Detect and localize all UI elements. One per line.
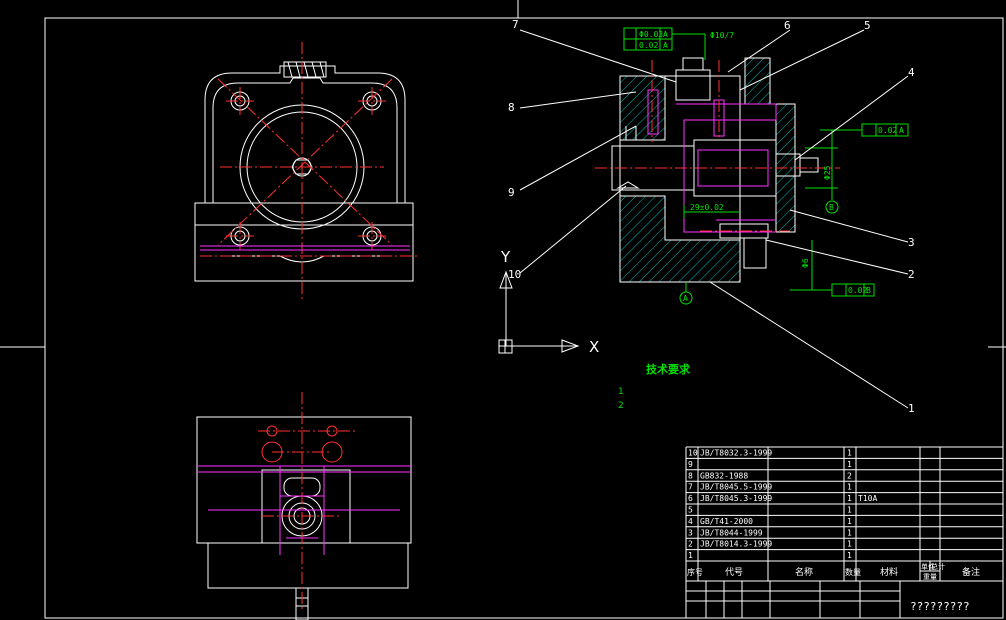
bom-row-code: JB/T8045.3-1999 bbox=[700, 494, 772, 503]
bom-header-number: 序号 bbox=[687, 567, 703, 577]
vertical-dimension: Φ25 bbox=[823, 165, 832, 180]
bom-header-total-weight: 总计 bbox=[931, 562, 945, 571]
bom-row-code: GB/T41-2000 bbox=[700, 517, 753, 526]
bom-row-number: 7 bbox=[688, 483, 693, 492]
bom-row-quantity: 1 bbox=[847, 528, 852, 537]
bom-row-number: 6 bbox=[688, 494, 693, 503]
parallelism-bottom-value: 0.02 bbox=[848, 286, 867, 295]
bom-header-code: 代号 bbox=[725, 567, 743, 578]
bom-row-quantity: 1 bbox=[847, 506, 852, 515]
bom-row-number: 3 bbox=[688, 528, 693, 537]
bom-row-quantity: 1 bbox=[847, 551, 852, 560]
title-block-stamp: ????????? bbox=[910, 600, 970, 613]
balloon-7: 7 bbox=[512, 18, 519, 31]
ucs-y-label: Y bbox=[500, 248, 511, 266]
bom-row-number: 1 bbox=[688, 551, 693, 560]
balloon-labels: 7 6 5 4 8 9 10 3 2 1 bbox=[508, 18, 915, 415]
ucs-icon bbox=[498, 270, 580, 354]
front-view bbox=[194, 42, 420, 302]
balloon-3: 3 bbox=[908, 236, 915, 249]
balloon-2: 2 bbox=[908, 268, 915, 281]
balloon-4: 4 bbox=[908, 66, 915, 79]
datum-a-label: A bbox=[683, 294, 688, 303]
technical-notes: 技术要求 1 2 bbox=[618, 362, 691, 411]
bom-header-name: 名称 bbox=[795, 566, 813, 578]
top-view bbox=[196, 392, 412, 620]
bom-row-code: JB/T8045.5-1999 bbox=[700, 483, 772, 492]
bom-header-remark: 备注 bbox=[962, 566, 980, 578]
notes-line-2: 2 bbox=[618, 401, 624, 411]
bom-row-quantity: 2 bbox=[847, 471, 852, 480]
ucs-x-label: X bbox=[589, 338, 599, 356]
bom-row-material: T10A bbox=[858, 494, 877, 503]
bom-row-quantity: 1 bbox=[847, 460, 852, 469]
bill-of-materials: 10 JB/T8032.3-1999 1 9 1 8 GB832-1988 2 7 JB/T804… bbox=[685, 446, 1004, 618]
section-view bbox=[519, 27, 909, 409]
tolerance-frame-2-value: 0.02 bbox=[639, 41, 658, 50]
parallelism-top-datum: A bbox=[899, 126, 904, 135]
horizontal-dimension: 29±0.02 bbox=[690, 203, 724, 212]
tolerance-frame-1-value: Φ0.03 bbox=[639, 30, 663, 39]
bom-row-number: 2 bbox=[688, 540, 693, 549]
balloon-5: 5 bbox=[864, 19, 871, 32]
bom-header-quantity: 数量 bbox=[845, 567, 861, 577]
bom-header-material: 材料 bbox=[880, 566, 898, 578]
bom-row-quantity: 1 bbox=[847, 494, 852, 503]
bom-row-number: 4 bbox=[688, 517, 693, 526]
bom-row-code: JB/T8044-1999 bbox=[700, 528, 763, 537]
balloon-1: 1 bbox=[908, 402, 915, 415]
balloon-9: 9 bbox=[508, 186, 515, 199]
notes-title: 技术要求 bbox=[646, 362, 691, 376]
tolerance-frame-2-datum: A bbox=[663, 41, 668, 50]
bom-row-code: JB/T8032.3-1999 bbox=[700, 449, 772, 458]
balloon-10: 10 bbox=[508, 268, 521, 281]
bom-row-code: GB832-1988 bbox=[700, 471, 748, 480]
datum-b-label: B bbox=[829, 203, 834, 212]
bom-header-weight: 重量 bbox=[923, 573, 937, 581]
bom-row-number: 8 bbox=[688, 471, 693, 480]
parallelism-bottom-datum: B bbox=[866, 286, 871, 295]
notes-line-1: 1 bbox=[618, 387, 624, 397]
tolerance-frame-1-datum: A bbox=[663, 30, 668, 39]
bom-row-number: 5 bbox=[688, 506, 693, 515]
bom-row-code: JB/T8014.3-1999 bbox=[700, 540, 772, 549]
lower-dimension: Φ6 bbox=[801, 258, 810, 268]
parallelism-top-value: 0.02 bbox=[878, 126, 897, 135]
balloon-8: 8 bbox=[508, 101, 515, 114]
bom-row-quantity: 1 bbox=[847, 483, 852, 492]
bom-row-quantity: 1 bbox=[847, 540, 852, 549]
cad-drawing: 7 6 5 4 8 9 10 3 2 1 Φ0.03 A 0.02 A Φ10/… bbox=[0, 0, 1006, 620]
hole-dimension: Φ10/7 bbox=[710, 31, 734, 40]
balloon-6: 6 bbox=[784, 19, 791, 32]
bom-row-number: 10 bbox=[688, 449, 698, 458]
bom-row-quantity: 1 bbox=[847, 517, 852, 526]
bom-row-number: 9 bbox=[688, 460, 693, 469]
drawing-frame bbox=[0, 0, 1006, 619]
bom-row-quantity: 1 bbox=[847, 449, 852, 458]
